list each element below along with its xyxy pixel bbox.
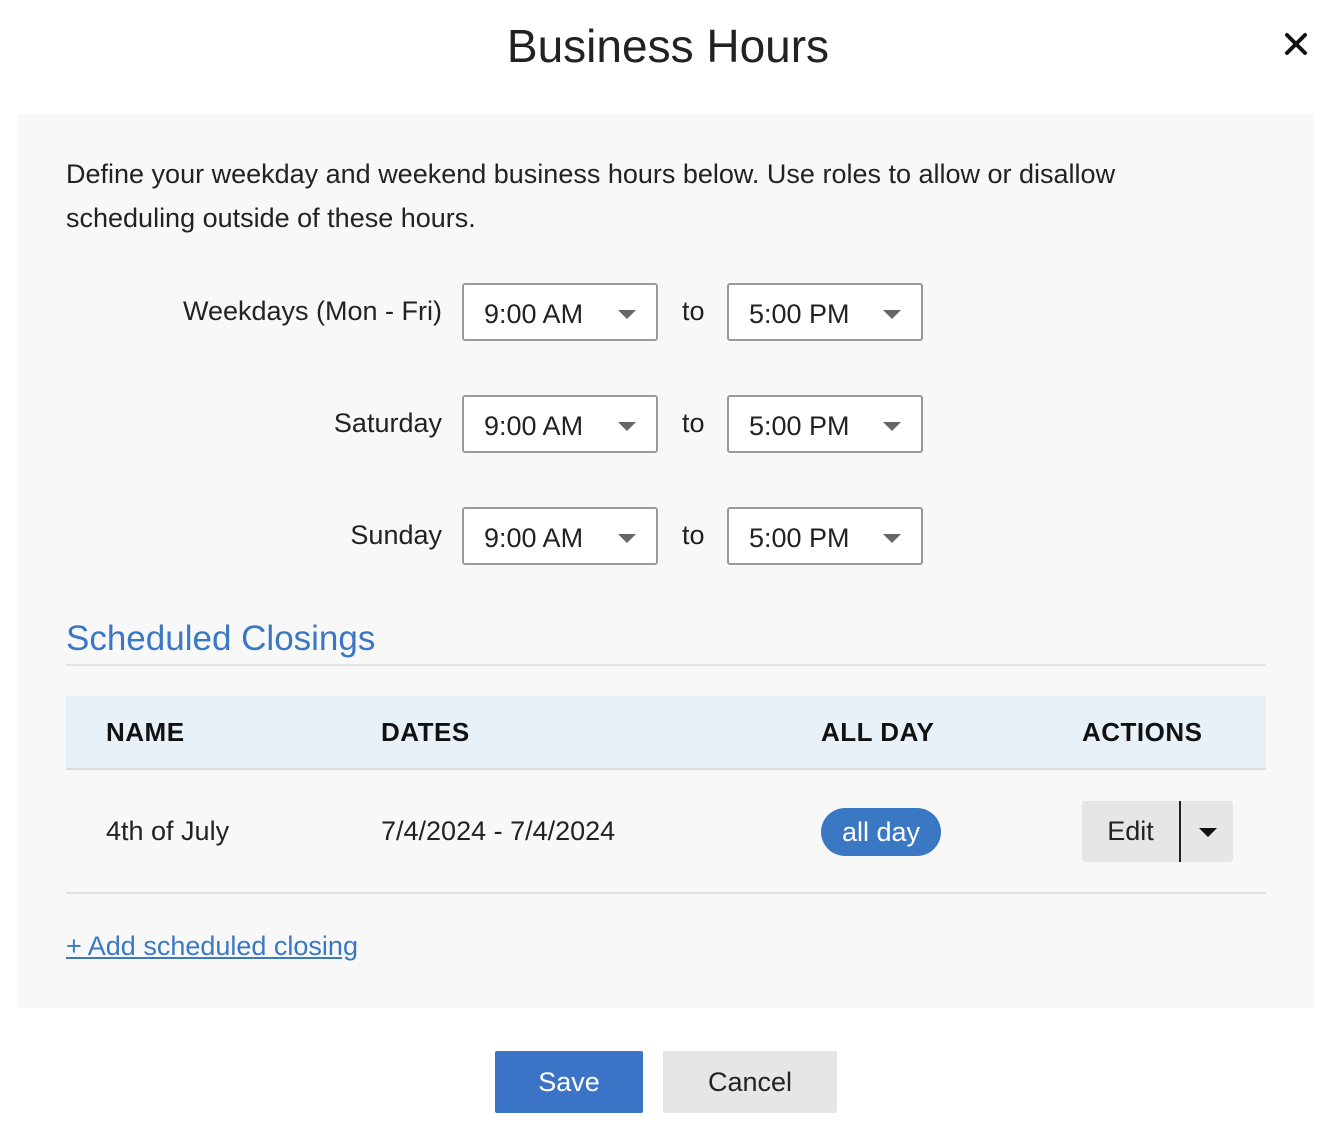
to-label: to [682, 520, 705, 550]
select-value: 5:00 PM [749, 523, 850, 553]
to-label: to [682, 408, 705, 438]
chevron-down-icon [883, 534, 901, 543]
dialog-title: Business Hours [506, 20, 830, 72]
add-scheduled-closing-link[interactable]: + Add scheduled closing [66, 926, 358, 966]
close-icon[interactable] [1278, 26, 1314, 62]
saturday-start-select[interactable]: 9:00 AM [462, 395, 658, 453]
divider [66, 664, 1266, 666]
weekdays-start-select[interactable]: 9:00 AM [462, 283, 658, 341]
closings-table-header: NAME DATES ALL DAY ACTIONS [66, 696, 1266, 770]
cancel-button[interactable]: Cancel [663, 1051, 837, 1113]
chevron-down-icon [618, 310, 636, 319]
day-label-weekdays: Weekdays (Mon - Fri) [182, 296, 442, 326]
chevron-down-icon [883, 310, 901, 319]
select-value: 5:00 PM [749, 299, 850, 329]
select-value: 9:00 AM [484, 411, 584, 441]
chevron-down-icon [618, 534, 636, 543]
sunday-start-select[interactable]: 9:00 AM [462, 507, 658, 565]
saturday-end-select[interactable]: 5:00 PM [727, 395, 923, 453]
select-value: 9:00 AM [484, 523, 584, 553]
select-value: 9:00 AM [484, 299, 584, 329]
column-header-actions: ACTIONS [1082, 717, 1203, 747]
edit-button[interactable]: Edit [1082, 801, 1179, 862]
select-value: 5:00 PM [749, 411, 850, 441]
all-day-badge: all day [821, 808, 942, 856]
to-label: to [682, 296, 705, 326]
closing-dates: 7/4/2024 - 7/4/2024 [381, 816, 616, 846]
business-hours-dialog: Business Hours Define your weekday and w… [0, 0, 1336, 1136]
hours-row-sunday: Sunday 9:00 AM to 5:00 PM [0, 507, 1336, 569]
sunday-end-select[interactable]: 5:00 PM [727, 507, 923, 565]
table-row: 4th of July 7/4/2024 - 7/4/2024 all day … [66, 770, 1266, 894]
scheduled-closings-heading: Scheduled Closings [66, 619, 376, 658]
day-label-saturday: Saturday [333, 408, 442, 438]
weekdays-end-select[interactable]: 5:00 PM [727, 283, 923, 341]
caret-down-icon [1199, 828, 1217, 837]
day-label-sunday: Sunday [350, 520, 442, 550]
save-button[interactable]: Save [495, 1051, 643, 1113]
edit-split-button: Edit [1082, 801, 1233, 862]
actions-dropdown-toggle[interactable] [1181, 801, 1233, 862]
column-header-dates: DATES [381, 717, 470, 747]
intro-text: Define your weekday and weekend business… [66, 159, 1116, 233]
closing-name: 4th of July [106, 816, 230, 846]
close-button[interactable] [1278, 26, 1314, 62]
hours-row-weekdays: Weekdays (Mon - Fri) 9:00 AM to 5:00 PM [0, 283, 1336, 345]
column-header-all-day: ALL DAY [821, 717, 935, 747]
column-header-name: NAME [106, 717, 185, 747]
hours-row-saturday: Saturday 9:00 AM to 5:00 PM [0, 395, 1336, 457]
chevron-down-icon [883, 422, 901, 431]
chevron-down-icon [618, 422, 636, 431]
